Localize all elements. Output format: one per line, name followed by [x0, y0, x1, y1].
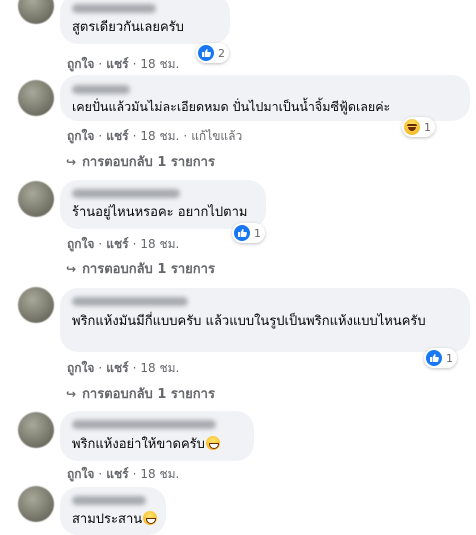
- like-link[interactable]: ถูกใจ: [67, 129, 94, 143]
- comment-text: เคยปั่นแล้วมันไม่ละเอียดหมด ปั่นไปมาเป็น…: [72, 99, 391, 114]
- reaction-count: 1: [254, 226, 261, 240]
- comment-text-body: สามประสาน: [72, 512, 143, 527]
- reaction-summary[interactable]: 2: [196, 43, 229, 63]
- reaction-count: 2: [218, 46, 225, 60]
- share-link[interactable]: แชร์: [106, 361, 128, 375]
- reply-arrow-icon: ↪: [66, 155, 77, 169]
- avatar[interactable]: [18, 0, 54, 24]
- grin-emoji-icon: [205, 436, 220, 450]
- reaction-count: 1: [424, 120, 431, 134]
- comment-text: พริกแห้งอย่าให้ขาดครับ: [72, 435, 220, 454]
- like-link[interactable]: ถูกใจ: [67, 57, 94, 71]
- avatar[interactable]: [18, 181, 54, 217]
- comment-bubble: พริกแห้งอย่าให้ขาดครับ: [60, 411, 254, 461]
- comment-text: พริกแห้งมันมีกี่แบบครับ แล้วแบบในรูปเป็น…: [72, 314, 426, 329]
- commenter-name[interactable]: [72, 4, 156, 13]
- replies-label: การตอบกลับ 1 รายการ: [82, 155, 215, 170]
- comment-bubble: พริกแห้งมันมีกี่แบบครับ แล้วแบบในรูปเป็น…: [60, 288, 470, 352]
- avatar[interactable]: [18, 287, 54, 323]
- reaction-summary[interactable]: 1: [402, 117, 435, 137]
- timestamp[interactable]: 18 ชม.: [140, 361, 179, 375]
- haha-icon: [404, 119, 420, 135]
- timestamp[interactable]: 18 ชม.: [140, 467, 179, 481]
- share-link[interactable]: แชร์: [106, 467, 128, 481]
- like-link[interactable]: ถูกใจ: [67, 361, 94, 375]
- comment-actions: ถูกใจ · แชร์ · 18 ชม.: [67, 361, 180, 375]
- timestamp[interactable]: 18 ชม.: [140, 57, 179, 71]
- grin-emoji-icon: [143, 511, 158, 525]
- comment-text: สามประสาน: [72, 510, 158, 529]
- reaction-summary[interactable]: 1: [232, 223, 265, 243]
- replies-label: การตอบกลับ 1 รายการ: [82, 387, 215, 402]
- comment-text: สูตรเดียวกันเลยครับ: [72, 20, 184, 35]
- comment-actions: ถูกใจ · แชร์ · 18 ชม.: [67, 237, 180, 251]
- like-link[interactable]: ถูกใจ: [67, 237, 94, 251]
- comment-actions: ถูกใจ · แชร์ · 18 ชม.: [67, 57, 180, 71]
- like-link[interactable]: ถูกใจ: [67, 467, 94, 481]
- share-link[interactable]: แชร์: [106, 129, 128, 143]
- comment-bubble: สูตรเดียวกันเลยครับ: [60, 0, 230, 44]
- like-icon: [234, 225, 250, 241]
- reply-arrow-icon: ↪: [66, 387, 77, 401]
- comment-bubble: สามประสาน: [60, 487, 166, 535]
- commenter-name[interactable]: [72, 496, 146, 505]
- view-replies-link[interactable]: ↪ การตอบกลับ 1 รายการ: [66, 151, 215, 172]
- like-icon: [198, 45, 214, 61]
- share-link[interactable]: แชร์: [106, 237, 128, 251]
- view-replies-link[interactable]: ↪ การตอบกลับ 1 รายการ: [66, 383, 215, 404]
- reply-arrow-icon: ↪: [66, 262, 77, 276]
- comment-actions: ถูกใจ · แชร์ · 18 ชม. · แก้ไขแล้ว: [67, 129, 243, 143]
- avatar[interactable]: [18, 486, 54, 522]
- reaction-summary[interactable]: 1: [424, 348, 457, 368]
- edited-label[interactable]: แก้ไขแล้ว: [191, 129, 242, 143]
- avatar[interactable]: [18, 412, 54, 448]
- commenter-name[interactable]: [72, 189, 180, 198]
- commenter-name[interactable]: [72, 297, 188, 306]
- comment-text-body: พริกแห้งอย่าให้ขาดครับ: [72, 437, 205, 452]
- avatar[interactable]: [18, 80, 54, 116]
- comment-bubble: เคยปั่นแล้วมันไม่ละเอียดหมด ปั่นไปมาเป็น…: [60, 75, 470, 121]
- share-link[interactable]: แชร์: [106, 57, 128, 71]
- comment-bubble: ร้านอยู่ไหนหรอคะ อยากไปตาม: [60, 180, 266, 229]
- commenter-name[interactable]: [72, 85, 130, 94]
- timestamp[interactable]: 18 ชม.: [140, 129, 179, 143]
- commenter-name[interactable]: [72, 420, 216, 429]
- comment-actions: ถูกใจ · แชร์ · 18 ชม.: [67, 467, 180, 481]
- reaction-count: 1: [446, 351, 453, 365]
- replies-label: การตอบกลับ 1 รายการ: [82, 262, 215, 277]
- view-replies-link[interactable]: ↪ การตอบกลับ 1 รายการ: [66, 258, 215, 279]
- comment-text: ร้านอยู่ไหนหรอคะ อยากไปตาม: [72, 205, 248, 220]
- like-icon: [426, 350, 442, 366]
- timestamp[interactable]: 18 ชม.: [140, 237, 179, 251]
